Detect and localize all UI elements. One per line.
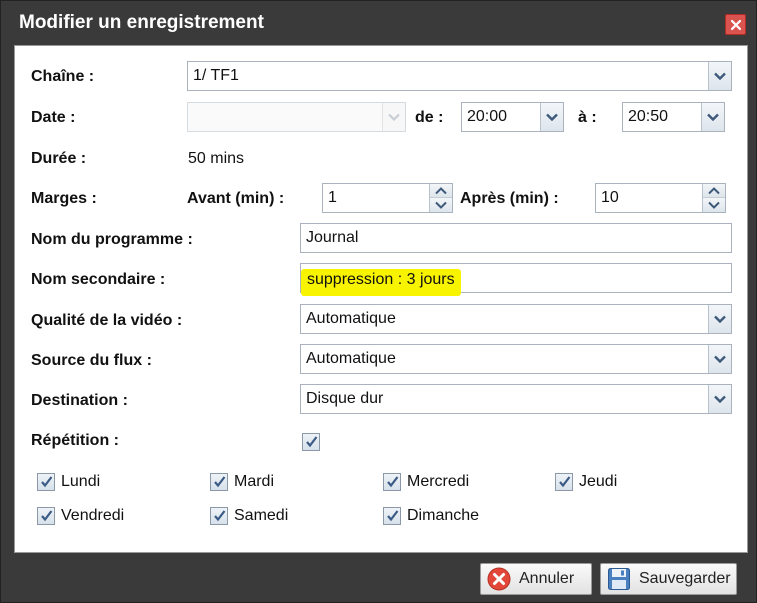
day-label-jeudi: Jeudi [579, 473, 618, 490]
nom-programme-label: Nom du programme : [31, 231, 193, 248]
nom-programme-input[interactable]: Journal [300, 223, 732, 253]
chaine-value: 1/ TF1 [193, 67, 239, 84]
qualite-label: Qualité de la vidéo : [31, 312, 183, 329]
apres-decrement-button[interactable] [703, 198, 725, 212]
apres-label: Après (min) : [460, 190, 559, 207]
avant-spinner[interactable]: 1 [322, 183, 453, 213]
chaine-dropdown-button[interactable] [708, 62, 731, 90]
chevron-up-icon [708, 186, 720, 194]
day-checkbox-mardi[interactable] [210, 473, 228, 491]
day-checkbox-mercredi[interactable] [383, 473, 401, 491]
day-label-mardi: Mardi [234, 473, 275, 490]
a-time-select[interactable]: 20:50 [622, 102, 725, 132]
day-checkbox-lundi[interactable] [37, 473, 55, 491]
apres-spinner[interactable]: 10 [595, 183, 726, 213]
chevron-up-icon [435, 186, 447, 194]
check-icon [41, 510, 53, 522]
close-icon [730, 19, 741, 30]
day-checkbox-vendredi[interactable] [37, 507, 55, 525]
de-time-value: 20:00 [467, 108, 508, 125]
chevron-down-icon [714, 315, 726, 323]
day-label-vendredi: Vendredi [61, 507, 125, 524]
avant-value: 1 [328, 189, 337, 206]
avant-decrement-button[interactable] [430, 198, 452, 212]
marges-label: Marges : [31, 190, 97, 207]
date-label: Date : [31, 109, 76, 126]
day-label-dimanche: Dimanche [407, 507, 480, 524]
a-time-value: 20:50 [628, 108, 669, 125]
save-button[interactable]: Sauvegarder [600, 563, 737, 595]
day-checkbox-jeudi[interactable] [555, 473, 573, 491]
nom-secondaire-label: Nom secondaire : [31, 271, 166, 288]
duree-value: 50 mins [188, 150, 245, 167]
qualite-value: Automatique [306, 310, 396, 327]
cancel-button[interactable]: Annuler [480, 563, 592, 595]
destination-value: Disque dur [306, 390, 384, 407]
day-checkbox-samedi[interactable] [210, 507, 228, 525]
cancel-icon [487, 567, 511, 591]
date-dropdown-button[interactable] [382, 103, 405, 131]
check-icon [214, 476, 226, 488]
de-time-dropdown-button[interactable] [540, 103, 563, 131]
chevron-down-icon [708, 201, 720, 209]
dialog-title: Modifier un enregistrement [19, 12, 264, 33]
chevron-down-icon [388, 113, 400, 121]
source-value: Automatique [306, 350, 396, 367]
day-label-mercredi: Mercredi [407, 473, 470, 490]
dialog-titlebar[interactable]: Modifier un enregistrement [1, 1, 756, 44]
floppy-disk-icon [608, 568, 630, 590]
avant-label: Avant (min) : [187, 190, 285, 207]
repetition-checkbox[interactable] [302, 433, 320, 451]
apres-spin-buttons[interactable] [702, 184, 725, 212]
qualite-dropdown-button[interactable] [708, 305, 731, 333]
chevron-down-icon [707, 113, 719, 121]
apres-increment-button[interactable] [703, 184, 725, 198]
de-time-select[interactable]: 20:00 [461, 102, 564, 132]
save-button-label: Sauvegarder [639, 570, 731, 587]
chevron-down-icon [546, 113, 558, 121]
apres-value: 10 [601, 189, 619, 206]
check-icon [387, 476, 399, 488]
qualite-select[interactable]: Automatique [300, 304, 732, 334]
close-button[interactable] [725, 14, 746, 35]
nom-programme-value: Journal [306, 229, 359, 246]
de-label: de : [415, 109, 444, 126]
dialog-window: Modifier un enregistrement Chaîne : 1/ T… [0, 0, 757, 603]
a-label: à : [578, 109, 597, 126]
check-icon [559, 476, 571, 488]
chaine-label: Chaîne : [31, 68, 95, 85]
check-icon [41, 476, 53, 488]
destination-dropdown-button[interactable] [708, 385, 731, 413]
duree-label: Durée : [31, 150, 87, 167]
date-select[interactable] [187, 102, 406, 132]
nom-secondaire-value: suppression : 3 jours [301, 269, 461, 296]
day-checkbox-dimanche[interactable] [383, 507, 401, 525]
source-dropdown-button[interactable] [708, 345, 731, 373]
dialog-content: Chaîne : 1/ TF1 Date : de : 20:00 à : 20… [14, 45, 748, 553]
source-select[interactable]: Automatique [300, 344, 732, 374]
avant-spin-buttons[interactable] [429, 184, 452, 212]
day-label-samedi: Samedi [234, 507, 289, 524]
check-icon [387, 510, 399, 522]
chevron-down-icon [714, 72, 726, 80]
chevron-down-icon [435, 201, 447, 209]
cancel-button-label: Annuler [519, 570, 575, 587]
a-time-dropdown-button[interactable] [701, 103, 724, 131]
avant-increment-button[interactable] [430, 184, 452, 198]
dialog-footer: Annuler Sauvegarder [1, 554, 756, 602]
check-icon [214, 510, 226, 522]
destination-label: Destination : [31, 392, 128, 409]
destination-select[interactable]: Disque dur [300, 384, 732, 414]
nom-secondaire-input[interactable]: suppression : 3 jours [300, 263, 732, 296]
day-label-lundi: Lundi [61, 473, 101, 490]
chevron-down-icon [714, 395, 726, 403]
check-icon [306, 436, 318, 448]
chevron-down-icon [714, 355, 726, 363]
chaine-select[interactable]: 1/ TF1 [187, 61, 732, 91]
source-label: Source du flux : [31, 352, 152, 369]
repetition-label: Répétition : [31, 432, 119, 449]
